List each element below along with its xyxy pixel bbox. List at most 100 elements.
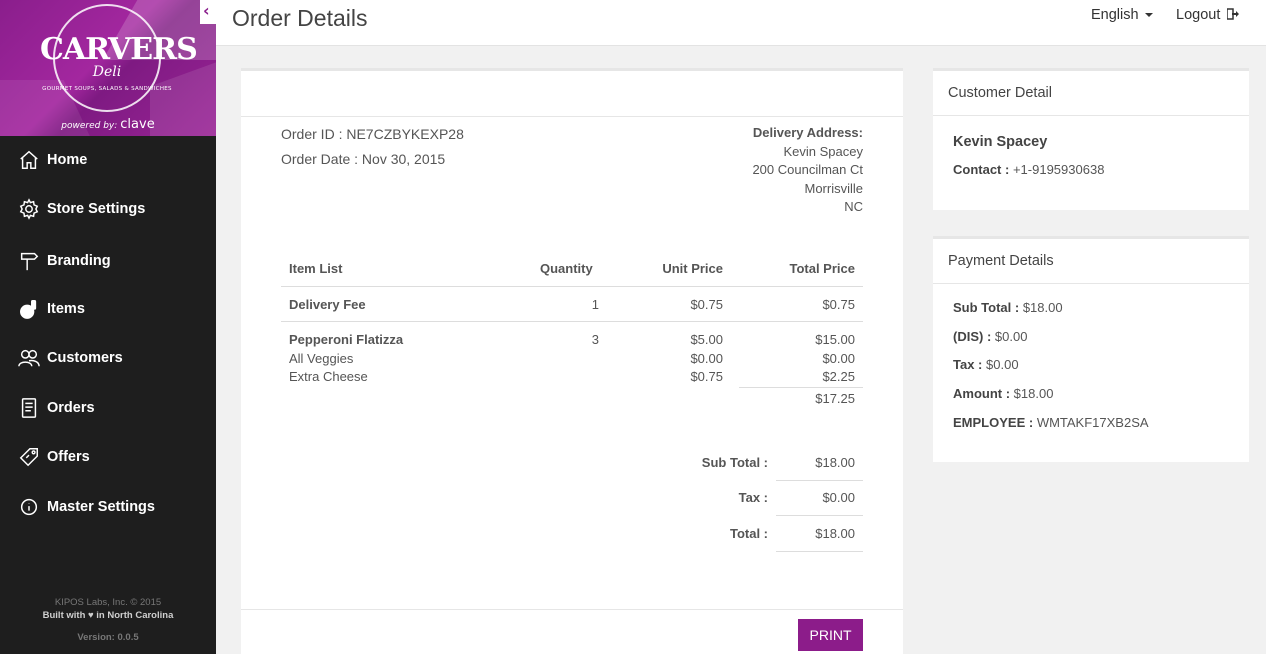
sidebar-item-label: Store Settings: [47, 201, 146, 217]
modifier-unit-price: $0.75: [690, 369, 723, 384]
customer-detail-card: Customer Detail Kevin Spacey Contact : +…: [933, 68, 1249, 210]
subtotal-label: Sub Total :: [701, 455, 768, 470]
item-qty: 3: [591, 332, 599, 347]
sidebar-item-home[interactable]: Home: [0, 138, 216, 182]
payment-row: Tax : $0.00: [953, 357, 1019, 372]
item-name: Delivery Fee: [289, 297, 366, 312]
customer-detail-title: Customer Detail: [933, 71, 1249, 116]
language-dropdown[interactable]: English: [1091, 7, 1153, 23]
chevron-left-icon: ‹: [203, 1, 210, 20]
gear-icon: [17, 197, 41, 221]
page-title: Order Details: [232, 5, 368, 31]
table-divider: [281, 286, 863, 287]
item-total-price: $15.00: [815, 332, 855, 347]
info-icon: [17, 495, 41, 519]
totals-divider: [776, 515, 863, 516]
order-panel: Order ID : NE7CZBYKEXP28 Order Date : No…: [241, 68, 903, 654]
print-button[interactable]: PRINT: [798, 619, 863, 651]
order-id: Order ID : NE7CZBYKEXP28: [281, 126, 464, 142]
header-total-price: Total Price: [789, 261, 855, 276]
payment-row: Sub Total : $18.00: [953, 300, 1063, 315]
payment-value: $0.00: [986, 357, 1019, 372]
item-line-total: $17.25: [815, 391, 855, 406]
sidebar-item-customers[interactable]: Customers: [0, 336, 216, 380]
built-prefix: Built with: [42, 610, 86, 621]
totals-divider: [776, 551, 863, 552]
modifier-total-price: $0.00: [822, 351, 855, 366]
contact-label: Contact :: [953, 162, 1010, 177]
copyright: KIPOS Labs, Inc. © 2015: [54, 597, 162, 608]
payment-value: $18.00: [1022, 300, 1063, 315]
signpost-icon: [17, 249, 41, 273]
home-icon: [17, 148, 41, 172]
powered-brand: clave: [120, 117, 155, 132]
payment-label: EMPLOYEE :: [953, 415, 1034, 430]
powered-by: powered by: clave: [0, 117, 216, 132]
sidebar-item-branding[interactable]: Branding: [0, 239, 216, 283]
delivery-address: Delivery Address: Kevin Spacey 200 Counc…: [752, 124, 863, 217]
item-qty: 1: [591, 297, 599, 312]
version: Version: 0.0.5: [77, 632, 139, 643]
sidebar-item-label: Customers: [47, 350, 123, 366]
sidebar-footer: KIPOS Labs, Inc. © 2015 Built with ♥ in …: [0, 596, 216, 644]
heart-icon: ♥: [88, 610, 94, 621]
address-line: NC: [844, 199, 863, 214]
order-id-value: NE7CZBYKEXP28: [346, 126, 464, 142]
sidebar-item-label: Offers: [47, 449, 90, 465]
table-divider: [281, 321, 863, 322]
built-suffix: in North Carolina: [96, 610, 174, 621]
sign-out-icon: [1226, 8, 1240, 20]
collapse-sidebar-button[interactable]: ‹: [200, 0, 216, 24]
address-line: Morrisville: [804, 180, 864, 196]
payment-label: Sub Total :: [953, 300, 1020, 315]
sidebar-item-label: Home: [47, 152, 88, 168]
address-line: 200 Councilman Ct: [752, 162, 863, 177]
customer-name: Kevin Spacey: [953, 134, 1048, 150]
brand-tagline: GOURMET SOUPS, SALADS & SANDWICHES: [42, 86, 172, 92]
sidebar: CARVERS Deli GOURMET SOUPS, SALADS & SAN…: [0, 0, 216, 654]
item-unit-price: $5.00: [690, 332, 723, 347]
item-total-divider: [739, 387, 863, 388]
address-line: Kevin Spacey: [783, 143, 864, 159]
tax-label: Tax :: [738, 490, 768, 505]
item-name: Pepperoni Flatizza: [289, 332, 404, 347]
sidebar-item-store-settings[interactable]: Store Settings: [0, 187, 216, 231]
payment-row: Amount : $18.00: [953, 386, 1053, 401]
item-unit-price: $0.75: [690, 297, 723, 312]
subtotal-value: $18.00: [815, 455, 855, 470]
order-date-label: Order Date :: [281, 151, 359, 167]
top-header: Order Details English Logout: [216, 0, 1266, 46]
payment-label: Tax :: [953, 357, 983, 372]
header-unit-price: Unit Price: [662, 261, 723, 276]
sidebar-item-items[interactable]: Items: [0, 287, 216, 331]
food-icon: [17, 297, 41, 321]
sidebar-item-master-settings[interactable]: Master Settings: [0, 485, 216, 529]
payment-value: WMTAKF17XB2SA: [1036, 415, 1149, 430]
payment-details-card: Payment Details Sub Total : $18.00 (DIS)…: [933, 236, 1249, 462]
tax-value: $0.00: [822, 490, 855, 505]
modifier-name: Extra Cheese: [289, 369, 368, 384]
sidebar-item-label: Orders: [47, 400, 95, 416]
sidebar-item-offers[interactable]: Offers: [0, 435, 216, 479]
caret-down-icon: [1144, 13, 1153, 18]
sidebar-item-label: Branding: [47, 253, 111, 269]
payment-label: (DIS) :: [953, 329, 992, 344]
sidebar-item-orders[interactable]: Orders: [0, 386, 216, 430]
logout-label: Logout: [1176, 7, 1221, 23]
panel-footer-divider: [241, 609, 903, 610]
users-icon: [17, 346, 41, 370]
order-date-value: Nov 30, 2015: [361, 151, 446, 167]
totals-divider: [776, 480, 863, 481]
payment-row: (DIS) : $0.00: [953, 329, 1027, 344]
payment-value: $18.00: [1013, 386, 1054, 401]
customer-contact: Contact : +1-9195930638: [953, 162, 1104, 177]
modifier-name: All Veggies: [289, 351, 354, 366]
logout-button[interactable]: Logout: [1176, 7, 1240, 23]
brand-logo-area[interactable]: CARVERS Deli GOURMET SOUPS, SALADS & SAN…: [0, 0, 216, 136]
brand-sub: Deli: [92, 64, 122, 80]
total-label: Total :: [729, 526, 768, 541]
delivery-address-label: Delivery Address:: [752, 125, 863, 140]
sidebar-item-label: Items: [47, 301, 85, 317]
payment-label: Amount :: [953, 386, 1011, 401]
contact-value: +1-9195930638: [1012, 162, 1105, 177]
